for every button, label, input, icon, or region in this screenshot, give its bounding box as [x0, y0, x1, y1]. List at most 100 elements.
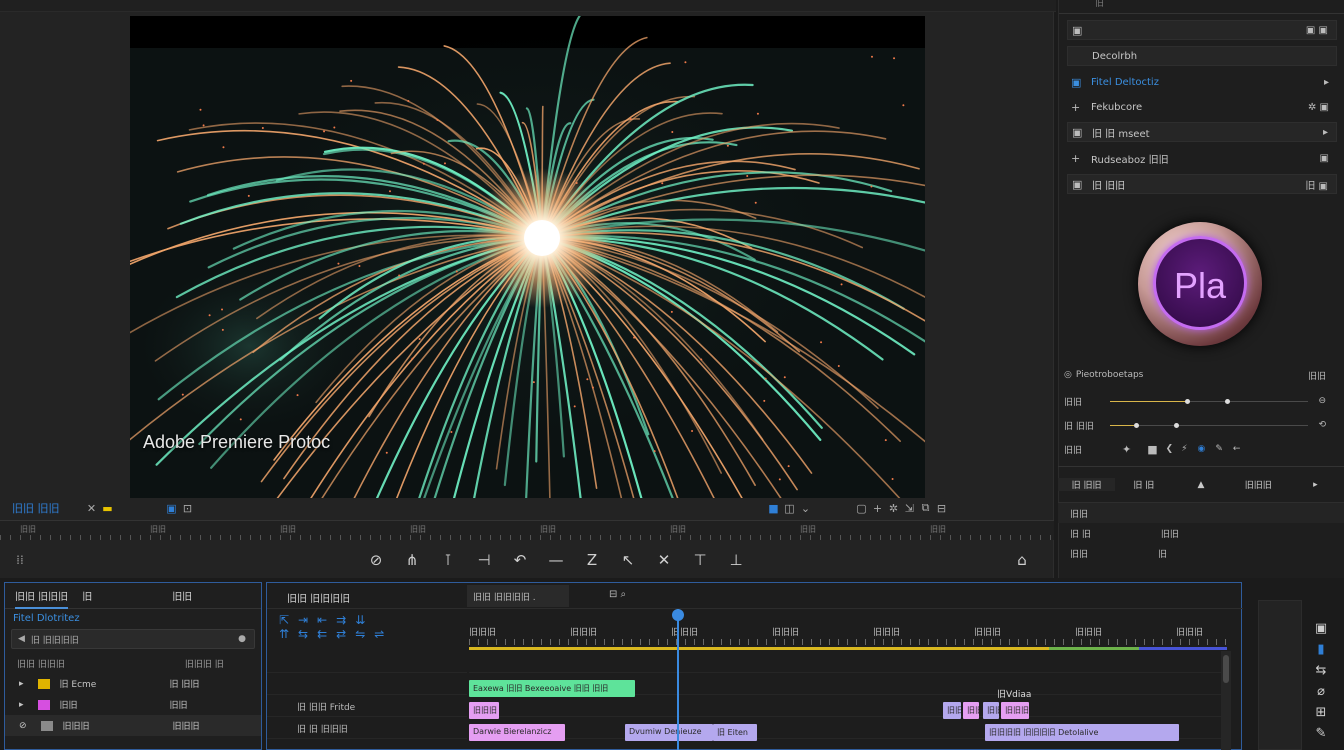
disclosure-icon[interactable]: ⊘ — [19, 721, 27, 731]
row-action-icon[interactable]: ▸ — [1323, 127, 1328, 138]
info-tab[interactable]: 旧旧旧 — [1230, 478, 1287, 491]
project-search[interactable]: ◀ 旧 旧旧旧旧 ● — [11, 629, 255, 649]
track-lane[interactable] — [469, 697, 1221, 717]
arrow-icon[interactable]: ✦ — [1122, 443, 1131, 456]
export-icon[interactable]: ⇲ — [902, 501, 918, 515]
mark-out-icon[interactable]: ⊺ — [430, 551, 466, 569]
project-item[interactable]: ▸ 旧旧 旧旧 — [5, 694, 261, 715]
safe-margins-icon[interactable]: ■ — [766, 501, 782, 515]
gear-icon[interactable]: ✲ — [886, 501, 902, 515]
multi-icon[interactable]: ⧉ — [918, 501, 934, 515]
insert-icon[interactable]: ✕ — [646, 551, 682, 569]
sequence-tab[interactable]: 旧旧 旧旧旧旧 . — [467, 585, 569, 607]
chevron-left-icon[interactable]: ❮ — [1166, 444, 1174, 454]
effects-row[interactable]: + Rudseaboz 旧旧 ▣ — [1067, 148, 1337, 168]
effects-row[interactable]: Decolrbh — [1067, 46, 1337, 66]
slider-knob[interactable] — [1225, 398, 1231, 404]
panel-search-row[interactable]: ▣ ▣ ▣ — [1067, 20, 1337, 40]
project-tab[interactable]: 旧 — [82, 588, 92, 603]
slider-knob[interactable] — [1173, 422, 1179, 428]
effects-panel-tab[interactable]: 旧 — [1059, 0, 1344, 14]
slider-end-icon[interactable]: ⊖ — [1318, 396, 1326, 406]
folder-icon[interactable]: ▣ ▣ — [1306, 25, 1328, 36]
back-icon[interactable]: ← — [1233, 444, 1241, 454]
go-to-in-icon[interactable]: ⊣ — [466, 551, 502, 569]
timeline-clip[interactable]: Eaxewa 旧旧 Bexeeoaive 旧旧 旧旧 — [469, 680, 635, 697]
timeline-clip[interactable]: 旧旧旧 — [1001, 702, 1029, 719]
project-item[interactable]: ▸ 旧 Ecme 旧 旧旧 — [5, 673, 261, 694]
add-icon[interactable]: + — [870, 501, 886, 515]
ripple-tool-icon[interactable]: ⇆ — [1316, 663, 1327, 678]
info-tab[interactable]: ▸ — [1287, 480, 1344, 490]
row-action-icon[interactable]: 旧 ▣ — [1305, 177, 1328, 192]
lock-icon[interactable]: ⊟ — [934, 501, 950, 515]
wrench-icon[interactable]: ✕ — [84, 501, 100, 515]
disclosure-icon[interactable]: ▸ — [19, 679, 24, 689]
button-editor-icon[interactable]: ⌂ — [1004, 551, 1040, 569]
compare-icon[interactable]: ◫ — [782, 501, 798, 515]
wand-icon[interactable]: ⚡ — [1181, 444, 1187, 454]
timeline-tools[interactable]: ⇱⇥⇤⇉⇊ ⇈⇆⇇⇄⇋⇌ — [279, 613, 459, 641]
overwrite-icon[interactable]: ⊤ — [682, 551, 718, 569]
selection-tool-icon[interactable]: ▣ — [1315, 621, 1327, 636]
timeline-clip[interactable]: 旧旧旧 — [469, 702, 499, 719]
settings-icon[interactable]: ▢ — [854, 501, 870, 515]
monitor-left-label[interactable]: 旧旧 旧旧 — [12, 500, 60, 516]
track-select-icon[interactable]: ▮ — [1317, 642, 1324, 657]
slider-knob[interactable] — [1133, 422, 1139, 428]
track-lane[interactable] — [469, 653, 1221, 673]
timeline-clip[interactable]: Dvumiw Denieuze — [625, 724, 713, 741]
zoom-slider-icon[interactable]: ● — [238, 634, 246, 644]
timeline-clip[interactable]: 旧旧 — [983, 702, 999, 719]
dropper-icon[interactable]: ✎ — [1215, 444, 1223, 454]
menu-icon[interactable]: 旧旧 — [1308, 369, 1326, 382]
effects-row[interactable]: + Fekubcore ✲ ▣ — [1067, 97, 1337, 117]
row-action-icon[interactable]: ✲ ▣ — [1308, 102, 1329, 113]
play-stop-icon[interactable]: — — [538, 551, 574, 569]
track-header[interactable] — [267, 653, 467, 673]
search-icon[interactable]: ⊟ ⌕ — [609, 589, 626, 600]
razor-tool-icon[interactable]: ⌀ — [1317, 684, 1325, 699]
playhead[interactable] — [672, 609, 684, 750]
effects-row[interactable]: ▣ Fitel Deltoctiz ▸ — [1067, 72, 1337, 92]
effects-row[interactable]: ▣ 旧 旧旧 旧 ▣ — [1067, 174, 1337, 194]
fullscreen-icon[interactable]: ⊡ — [180, 501, 196, 515]
project-item[interactable]: ⊘ 旧旧旧 旧旧旧 — [5, 715, 261, 736]
effects-row[interactable]: ▣ 旧 旧 mseet ▸ — [1067, 122, 1337, 142]
step-back-icon[interactable]: ↶ — [502, 551, 538, 569]
project-tab[interactable]: 旧旧 旧旧旧 — [15, 588, 69, 609]
project-tab[interactable]: 旧旧 — [172, 588, 192, 603]
timeline-clip[interactable]: 旧旧 — [963, 702, 979, 719]
dropdown-icon[interactable]: ⌄ — [798, 501, 814, 515]
reset-icon[interactable]: ⟲ — [1318, 420, 1326, 430]
monitor-timeruler[interactable]: 旧旧旧旧旧旧旧旧旧旧旧旧旧旧旧旧旧旧 — [0, 520, 1068, 545]
selected-bin[interactable]: Fitel Dlotritez — [5, 609, 261, 627]
drag-handle-icon[interactable]: ⁞⁞ — [0, 553, 40, 567]
info-tab[interactable]: 旧 旧旧 — [1058, 478, 1116, 491]
mark-in-icon[interactable]: ⋔ — [394, 551, 430, 569]
square-icon[interactable]: ■ — [1147, 443, 1157, 456]
info-tab[interactable]: ▲ — [1172, 480, 1229, 490]
export-frame-icon[interactable]: ⊘ — [358, 551, 394, 569]
row-action-icon[interactable]: ▣ — [1320, 153, 1329, 164]
disclosure-icon[interactable]: ▸ — [19, 700, 24, 710]
step-forward-icon[interactable]: Z — [574, 551, 610, 569]
slip-tool-icon[interactable]: ⊞ — [1316, 705, 1327, 720]
slider-track[interactable] — [1110, 422, 1309, 428]
timeline-clip[interactable]: 旧 Eiten — [713, 724, 757, 741]
timeline-clip[interactable]: 旧旧旧旧 旧旧旧旧 Detolalive — [985, 724, 1179, 741]
info-tab[interactable]: 旧 旧 — [1115, 478, 1172, 491]
slider-knob[interactable] — [1185, 398, 1191, 404]
timeline-clip[interactable]: 旧旧 — [943, 702, 961, 719]
timeline-clip[interactable]: Darwie Bierelanzicz — [469, 724, 565, 741]
row-action-icon[interactable]: ▸ — [1324, 77, 1329, 88]
timeline-ruler[interactable]: 旧旧旧 旧旧旧 旧旧旧 旧旧旧 旧旧旧 旧旧旧 旧旧旧 旧旧旧 — [469, 623, 1227, 651]
go-to-out-icon[interactable]: ↖ — [610, 551, 646, 569]
fit-icon[interactable]: ▣ — [164, 501, 180, 515]
color-icon[interactable]: ◉ — [1198, 444, 1206, 454]
track-header[interactable] — [267, 675, 467, 695]
pen-tool-icon[interactable]: ✎ — [1316, 726, 1327, 741]
slider-track[interactable] — [1110, 398, 1309, 404]
track-header[interactable]: 旧 旧旧 Fritde — [267, 697, 467, 717]
marker-icon[interactable]: ▬ — [100, 501, 116, 515]
